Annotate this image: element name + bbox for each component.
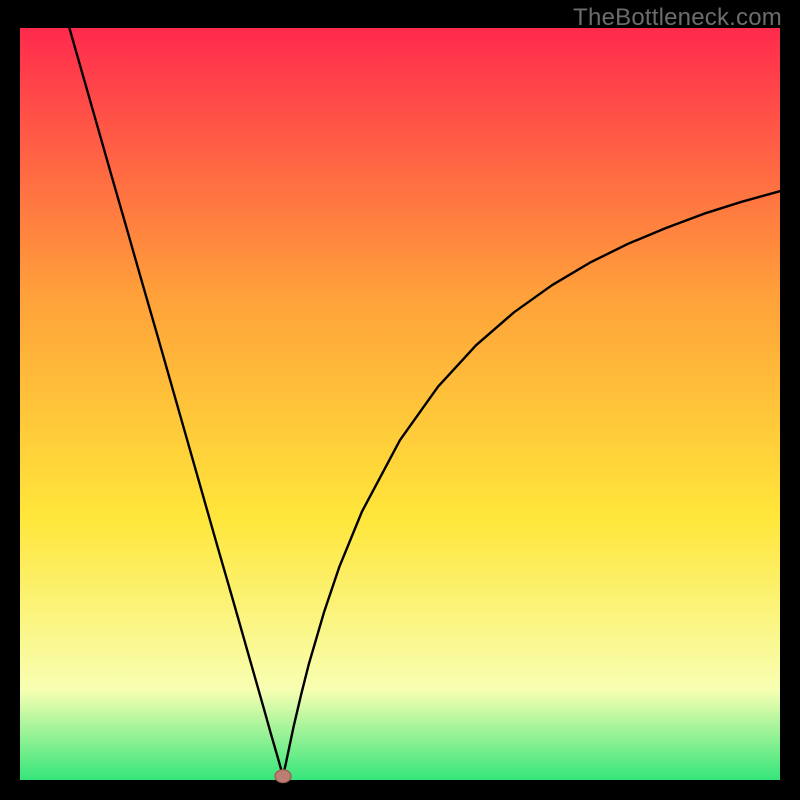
plot-area: [20, 28, 780, 780]
min-point-dot: [275, 770, 291, 783]
watermark-label: TheBottleneck.com: [573, 4, 782, 32]
chart-stage: TheBottleneck.com: [0, 0, 800, 800]
chart-svg: [0, 0, 800, 800]
